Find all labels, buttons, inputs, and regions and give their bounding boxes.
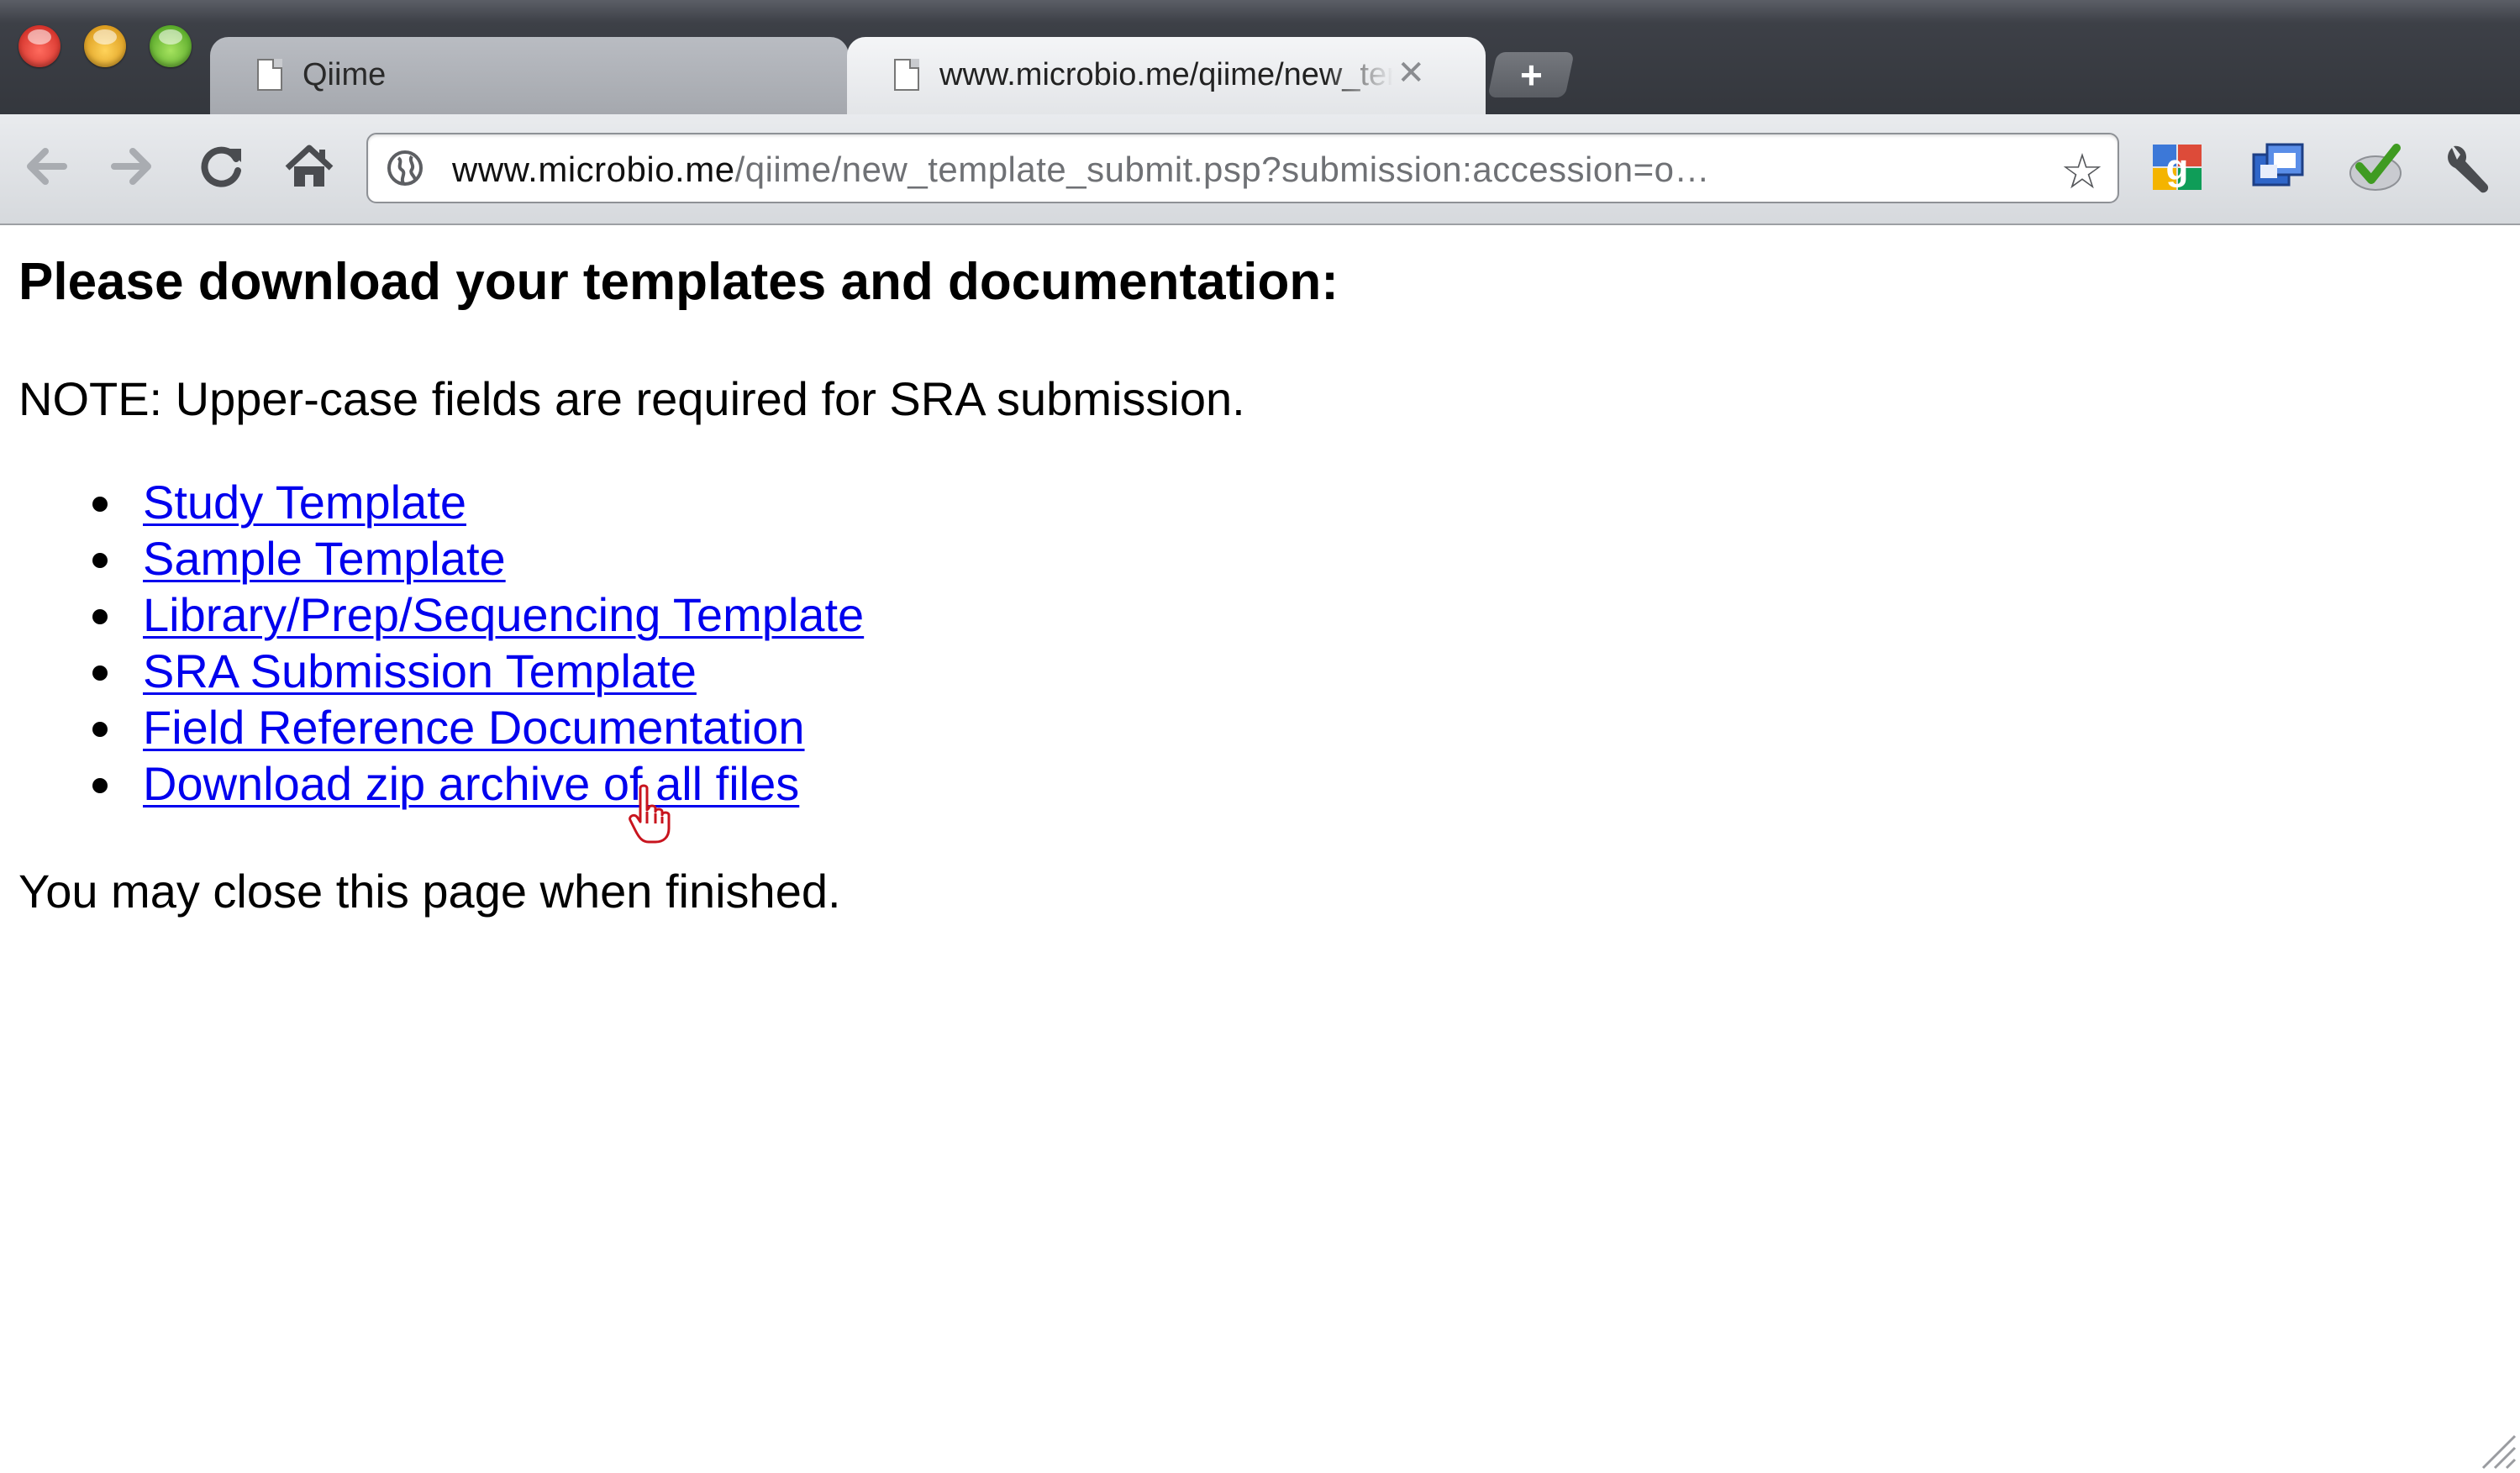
window-zoom-button[interactable] [150, 25, 192, 67]
reload-button[interactable] [195, 139, 249, 193]
plus-icon: + [1519, 53, 1543, 97]
browser-toolbar: www.microbio.me/qiime/new_template_submi… [0, 114, 2520, 225]
home-icon [285, 145, 334, 187]
page-icon [257, 59, 282, 91]
tab-qiime[interactable]: Qiime [210, 37, 849, 114]
window-extension-icon[interactable] [2249, 138, 2307, 197]
list-item: Download zip archive of all files [0, 755, 864, 812]
browser-window: Qiime www.microbio.me/qiime/new_template… [0, 0, 2520, 1473]
tab-title: Qiime [303, 57, 387, 92]
back-arrow-icon [27, 148, 67, 185]
hand-cursor-icon [629, 784, 671, 844]
home-button[interactable] [282, 139, 336, 193]
forward-button[interactable] [106, 139, 160, 193]
window-close-button[interactable] [18, 25, 61, 67]
svg-text:g: g [2166, 147, 2189, 188]
reload-icon [201, 146, 241, 187]
closing-text: You may close this page when finished. [18, 865, 841, 918]
checkmark-extension-icon[interactable] [2346, 138, 2405, 197]
wrench-icon[interactable] [2440, 139, 2496, 195]
page-icon [894, 59, 919, 91]
download-links-list: Study Template Sample Template Library/P… [0, 474, 864, 812]
list-item: Library/Prep/Sequencing Template [0, 587, 864, 643]
page-content: Please download your templates and docum… [0, 225, 2520, 1473]
page-heading: Please download your templates and docum… [18, 253, 1339, 311]
globe-icon [387, 150, 423, 186]
resize-grip-icon[interactable] [2475, 1428, 2517, 1470]
library-prep-sequencing-template-link[interactable]: Library/Prep/Sequencing Template [143, 588, 864, 641]
url-text[interactable]: www.microbio.me/qiime/new_template_submi… [452, 150, 1710, 190]
url-path: /qiime/new_template_submit.psp?submissio… [734, 150, 1710, 189]
field-reference-documentation-link[interactable]: Field Reference Documentation [143, 701, 805, 754]
tab-new-template-submit[interactable]: www.microbio.me/qiime/new_template_submi… [847, 37, 1486, 114]
download-zip-archive-link[interactable]: Download zip archive of all files [143, 757, 799, 810]
note-text: NOTE: Upper-case fields are required for… [18, 372, 1245, 425]
url-host: www.microbio.me [452, 150, 735, 189]
sra-submission-template-link[interactable]: SRA Submission Template [143, 644, 697, 697]
list-item: Sample Template [0, 530, 864, 587]
tab-title: www.microbio.me/qiime/new_template_submi… [939, 57, 1393, 92]
address-bar[interactable]: www.microbio.me/qiime/new_template_submi… [366, 133, 2119, 203]
close-tab-icon[interactable]: ✕ [1397, 54, 1425, 92]
tab-strip: Qiime www.microbio.me/qiime/new_template… [0, 0, 2520, 114]
list-item: Study Template [0, 474, 864, 530]
bookmark-star-icon[interactable]: ☆ [2060, 143, 2104, 200]
study-template-link[interactable]: Study Template [143, 476, 466, 529]
window-minimize-button[interactable] [84, 25, 126, 67]
forward-arrow-icon [111, 148, 151, 185]
new-tab-button[interactable]: + [1487, 52, 1575, 97]
back-button[interactable] [18, 139, 72, 193]
sample-template-link[interactable]: Sample Template [143, 532, 506, 585]
list-item: Field Reference Documentation [0, 699, 864, 755]
google-extension-icon[interactable]: g [2148, 138, 2207, 197]
list-item: SRA Submission Template [0, 643, 864, 699]
